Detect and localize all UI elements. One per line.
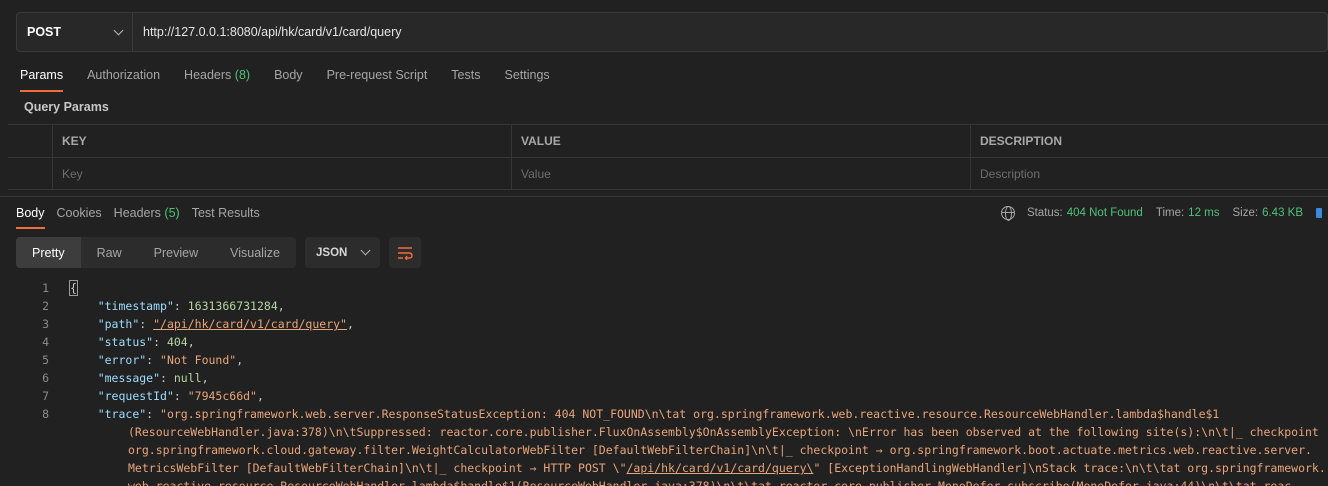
query-params-table: KEY VALUE DESCRIPTION Key Value Descript…	[8, 124, 1328, 190]
query-params-title: Query Params	[24, 100, 109, 114]
row-checkbox[interactable]	[8, 158, 52, 189]
url-input[interactable]: http://127.0.0.1:8080/api/hk/card/v1/car…	[133, 13, 1327, 51]
view-pretty-button[interactable]: Pretty	[16, 237, 81, 268]
tab-params[interactable]: Params	[20, 64, 64, 92]
headers-count: (8)	[234, 68, 251, 82]
method-select[interactable]: POST	[17, 13, 133, 51]
value-input[interactable]: Value	[511, 158, 970, 189]
tab-tests[interactable]: Tests	[451, 64, 480, 92]
description-input[interactable]: Description	[970, 158, 1328, 189]
response-tabs: Body Cookies Headers (5) Test Results	[16, 203, 272, 229]
code-line: 2 "timestamp": 1631366731284,	[42, 299, 285, 313]
code-line: 4 "status": 404,	[42, 335, 195, 349]
format-select[interactable]: JSON	[305, 237, 380, 268]
response-header-bar: Body Cookies Headers (5) Test Results St…	[0, 196, 1328, 232]
code-line: 6 "message": null,	[42, 371, 209, 385]
size-value[interactable]: 6.43 KB	[1262, 207, 1303, 219]
table-header-row: KEY VALUE DESCRIPTION	[8, 124, 1328, 157]
tab-authorization[interactable]: Authorization	[87, 64, 160, 92]
view-mode-switch: Pretty Raw Preview Visualize	[16, 237, 296, 268]
code-line: 8 "trace": "org.springframework.web.serv…	[42, 407, 1220, 421]
wrap-lines-icon	[398, 246, 413, 260]
tab-response-headers[interactable]: Headers (5)	[114, 203, 180, 229]
code-line: 3 "path": "/api/hk/card/v1/card/query",	[42, 317, 354, 331]
tab-body[interactable]: Body	[274, 64, 303, 92]
code-line-continuation: (ResourceWebHandler.java:378)\n\tSuppres…	[128, 425, 1319, 439]
request-tabs: Params Authorization Headers (8) Body Pr…	[20, 64, 574, 92]
status-value[interactable]: 404 Not Found	[1067, 207, 1143, 219]
format-label: JSON	[316, 246, 348, 259]
time-value[interactable]: 12 ms	[1188, 207, 1219, 219]
code-line: 7 "requestId": "7945c66d",	[42, 389, 264, 403]
code-line-continuation: org.springframework.cloud.gateway.filter…	[128, 443, 1312, 457]
time-label: Time:	[1155, 207, 1185, 219]
method-label: POST	[27, 25, 62, 39]
chevron-down-icon	[113, 25, 124, 35]
view-preview-button[interactable]: Preview	[138, 237, 214, 268]
status-label: Status:	[1026, 207, 1063, 219]
tab-settings[interactable]: Settings	[504, 64, 549, 92]
value-column-header: VALUE	[511, 125, 970, 157]
chevron-down-icon	[360, 245, 371, 256]
code-line: 5 "error": "Not Found",	[42, 353, 244, 367]
key-column-header: KEY	[52, 125, 511, 157]
tab-cookies[interactable]: Cookies	[57, 203, 102, 229]
checkbox-column	[8, 125, 52, 157]
wrap-lines-button[interactable]	[389, 237, 421, 268]
save-response-icon[interactable]	[1316, 208, 1322, 218]
code-line: 1{	[42, 280, 78, 296]
size-label: Size:	[1232, 207, 1259, 219]
response-meta: Status: 404 Not Found Time: 12 ms Size: …	[1000, 206, 1322, 221]
table-row: Key Value Description	[8, 157, 1328, 190]
code-line-continuation: MetricsWebFilter [DefaultWebFilterChain]…	[128, 461, 1326, 475]
key-input[interactable]: Key	[52, 158, 511, 189]
url-text: http://127.0.0.1:8080/api/hk/card/v1/car…	[143, 25, 402, 39]
response-headers-count: (5)	[164, 206, 180, 220]
code-line-continuation: web.reactive.resource.ResourceWebHandler…	[128, 479, 1292, 486]
description-column-header: DESCRIPTION	[970, 125, 1328, 157]
view-raw-button[interactable]: Raw	[81, 237, 138, 268]
globe-icon[interactable]	[1000, 206, 1015, 221]
tab-headers[interactable]: Headers (8)	[184, 64, 250, 92]
request-url-bar: POST http://127.0.0.1:8080/api/hk/card/v…	[16, 12, 1328, 52]
tab-pre-request-script[interactable]: Pre-request Script	[327, 64, 428, 92]
tab-test-results[interactable]: Test Results	[192, 203, 260, 229]
view-visualize-button[interactable]: Visualize	[214, 237, 296, 268]
tab-response-body[interactable]: Body	[16, 203, 45, 229]
response-body-code[interactable]: 1{ 2 "timestamp": 1631366731284, 3 "path…	[0, 279, 1328, 486]
